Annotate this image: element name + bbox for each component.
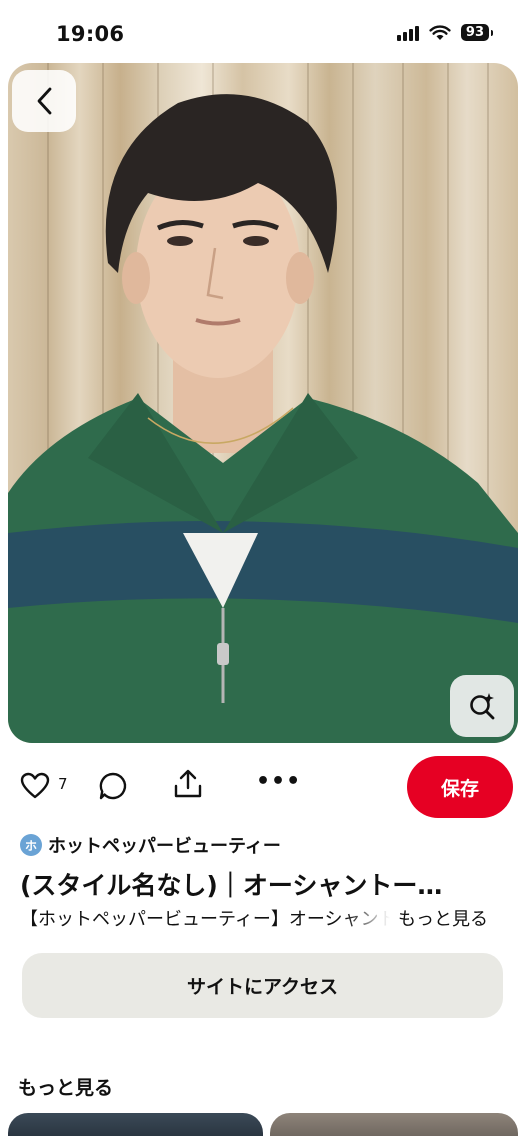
back-button[interactable]: [12, 70, 76, 132]
related-pin-thumbnail[interactable]: [270, 1113, 518, 1136]
related-heading: もっと見る: [18, 1077, 114, 1099]
visit-site-button[interactable]: サイトにアクセス: [22, 953, 503, 1018]
visual-search-button[interactable]: [450, 675, 514, 737]
related-pins: [8, 1113, 518, 1136]
source-avatar: ホ: [20, 834, 42, 856]
status-icons: 93: [396, 24, 494, 41]
pin-image[interactable]: [8, 63, 518, 743]
comment-icon[interactable]: [98, 771, 128, 801]
more-dots-icon[interactable]: •••: [256, 769, 301, 794]
status-bar: 19:06 93: [0, 0, 525, 62]
wifi-icon: [429, 24, 451, 40]
battery-indicator: 93: [460, 24, 494, 41]
save-button[interactable]: 保存: [407, 756, 513, 818]
pin-action-row: 7 ••• 保存: [0, 756, 525, 818]
status-time: 19:06: [56, 22, 125, 46]
pin-source[interactable]: ホ ホットペッパービューティー: [20, 832, 281, 858]
portrait-illustration: [8, 63, 518, 743]
related-pin-thumbnail[interactable]: [8, 1113, 263, 1136]
pin-title: (スタイル名なし)｜オーシャントー…: [20, 871, 443, 900]
heart-icon[interactable]: [20, 772, 50, 800]
source-name: ホットペッパービューティー: [48, 836, 281, 857]
back-chevron-icon: [37, 87, 52, 115]
show-more-link[interactable]: もっと見る: [398, 905, 488, 931]
cellular-signal-icon: [396, 25, 419, 41]
pin-description-row: 【ホットペッパービューティー】オーシャントーキョー もっと見る: [20, 905, 505, 933]
like-count: 7: [58, 775, 68, 793]
share-icon[interactable]: [172, 768, 204, 800]
visual-search-icon: [470, 693, 495, 720]
pin-description: 【ホットペッパービューティー】オーシャントーキョー: [20, 909, 390, 930]
